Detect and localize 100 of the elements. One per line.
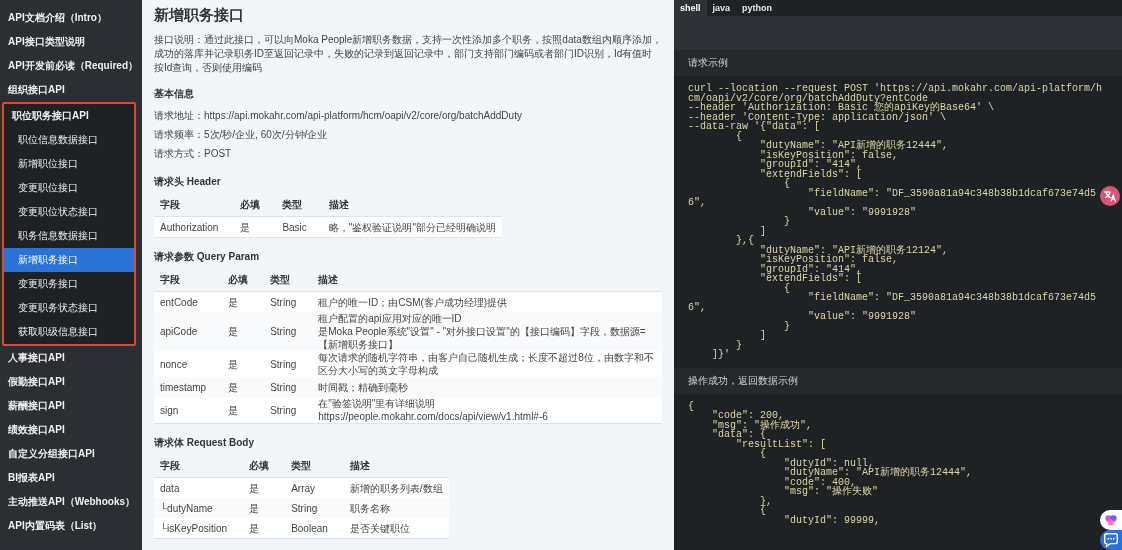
page-title: 新增职务接口: [154, 6, 245, 25]
nav-item[interactable]: 假勤接口API: [0, 370, 142, 394]
table-cell: 租户配置的api应用对应的唯一ID 是Moka People系统"设置" - "对外接口设置"的【接口编码】字段，数据源=【新增职务接口】: [312, 312, 662, 351]
nav-item[interactable]: 职位职务接口API: [4, 104, 134, 128]
nav-subitem[interactable]: 新增职位接口: [4, 152, 134, 176]
code-line: ]}': [711, 350, 732, 360]
code-line: "fieldName": "DF_3590a81a94c348b38b1dcaf673e74d56",: [688, 293, 1098, 312]
code-line: "extendFields": [: [759, 169, 864, 179]
info-line: 请求方式：POST: [154, 147, 233, 161]
chat-icon[interactable]: [1100, 530, 1122, 550]
column-header: 必填: [234, 194, 277, 217]
table-cell: Array: [285, 477, 344, 498]
column-header: 字段: [154, 194, 235, 217]
code-line: "code": 400,: [783, 477, 857, 487]
table-cell: 是否关键职位: [343, 518, 449, 539]
table-cell: 是: [222, 312, 265, 351]
section-heading: 请求参数 Query Param: [154, 250, 261, 264]
code-line: "dutyName": "API新增的职务12444",: [783, 468, 974, 478]
nav-item[interactable]: 薪酬接口API: [0, 394, 142, 418]
table-cell: String: [264, 377, 313, 397]
code-line: "resultList": [: [735, 439, 828, 449]
code-line: --header 'Content-Type: application/json' \: [688, 112, 948, 122]
code-line: ]: [759, 331, 768, 341]
table-cell: 是: [243, 477, 286, 498]
nav-item[interactable]: 绩效接口API: [0, 418, 142, 442]
table-cell: nonce: [154, 351, 223, 377]
nav-subitem[interactable]: 变更职务接口: [4, 272, 134, 296]
code-line: {: [759, 506, 767, 516]
code-line: {: [783, 283, 792, 293]
nav-subitem[interactable]: 新增职务接口: [4, 248, 134, 272]
nav-item[interactable]: BI报表API: [0, 466, 142, 490]
code-line: {: [759, 449, 768, 459]
column-header: 类型: [285, 455, 344, 478]
table-cell: └dutyName: [154, 498, 244, 518]
table-cell: Boolean: [285, 518, 344, 539]
example-heading: 操作成功，返回数据示例: [688, 374, 798, 386]
code-line: "groupId": "414",: [759, 264, 863, 274]
code-line: }: [783, 321, 792, 331]
column-header: 描述: [312, 269, 662, 292]
table-cell: 是: [222, 351, 265, 377]
nav-subitem[interactable]: 变更职务状态接口: [4, 296, 134, 320]
section-heading: 基本信息: [154, 87, 195, 101]
nav-subitem[interactable]: 变更职位状态接口: [4, 200, 134, 224]
code-line: "data": {: [711, 430, 767, 440]
table-cell: 是: [222, 377, 265, 397]
code-line: }: [735, 340, 744, 350]
code-line: "isKeyPosition": false,: [759, 150, 899, 160]
nav-item[interactable]: 自定义分组接口API: [0, 442, 142, 466]
code-line: ]: [759, 226, 768, 236]
nav-item[interactable]: 主动推送API（Webhooks）: [0, 490, 142, 514]
table-cell: String: [264, 397, 313, 424]
table-cell: 职务名称: [343, 498, 449, 518]
table-cell: 是: [222, 397, 265, 424]
table-cell: Basic: [276, 216, 323, 238]
code-line: curl --location --request POST 'https://api.mokahr.com/api-platform/hcm/oapi/v2/core/org/batchAddDuty?entCode: [688, 84, 1104, 103]
language-tab[interactable]: python: [736, 0, 779, 16]
assistant-icon[interactable]: [1100, 510, 1122, 530]
translate-icon[interactable]: [1100, 186, 1120, 206]
table-cell: 是: [222, 291, 265, 312]
table-cell: data: [154, 477, 244, 498]
section-heading: 请求体 Request Body: [154, 436, 255, 450]
info-line: 请求地址：https://api.mokahr.com/api-platform/hcm/oapi/v2/core/org/batchAddDuty: [154, 109, 523, 123]
table-cell: 时间戳；精确到毫秒: [312, 377, 662, 397]
nav-item[interactable]: API开发前必读（Required）: [0, 54, 142, 78]
code-line: --data-raw '{"data": [: [688, 122, 821, 132]
description-text: 接口说明：通过此接口，可以向Moka People新增职务数据，支持一次性添加多个职务，按照data数组内顺序添加，成功的落库并记录职务ID至返回记录中，失败的记录到返回记录中，部门支持部门编码或者部门ID识别，Id有值时按Id查询，否则使用编码: [154, 33, 662, 75]
nav-item[interactable]: 人事接口API: [0, 346, 142, 370]
nav-item[interactable]: 组织接口API: [0, 78, 142, 102]
table-cell: apiCode: [154, 312, 223, 351]
code-line: "extendFields": [: [759, 274, 864, 284]
table-cell: 每次请求的随机字符串，由客户自己随机生成；长度不超过8位，由数字和不区分大小写的英文字母构成: [312, 351, 662, 377]
table-cell: String: [264, 291, 313, 312]
nav-item[interactable]: API接口类型说明: [0, 30, 142, 54]
code-line: {: [688, 401, 695, 411]
table-cell: 是: [243, 498, 286, 518]
language-tab[interactable]: java: [706, 0, 737, 16]
code-line: "dutyId": 99999,: [783, 515, 882, 525]
code-line: --header 'Authorization: Basic 您的apiKey的Base64' \: [688, 103, 996, 113]
table-cell: 是: [243, 518, 286, 539]
table-cell: 在"验签说明"里有详细说明 https://people.mokahr.com/docs/api/view/v1.html#-6: [312, 397, 662, 424]
nav-subitem[interactable]: 变更职位接口: [4, 176, 134, 200]
table-cell: entCode: [154, 291, 223, 312]
nav-subitem[interactable]: 获取职级信息接口: [4, 320, 134, 344]
nav-item[interactable]: API内置码表（List）: [0, 514, 142, 538]
nav-subitem[interactable]: 职务信息数据接口: [4, 224, 134, 248]
example-heading: 请求示例: [688, 57, 728, 68]
code-line: },{: [735, 236, 756, 246]
language-tab[interactable]: shell: [674, 0, 707, 16]
code-line: "groupId": "414",: [759, 160, 863, 170]
column-header: 描述: [343, 455, 449, 478]
table-cell: String: [264, 312, 313, 351]
nav-item[interactable]: API文档介绍（Intro）: [0, 6, 142, 30]
column-header: 描述: [322, 194, 502, 217]
section-heading: 请求头 Header: [154, 175, 222, 189]
nav-subitem[interactable]: 职位信息数据接口: [4, 128, 134, 152]
table-cell: timestamp: [154, 377, 223, 397]
table-cell: sign: [154, 397, 223, 424]
code-line: "dutyId": null,: [783, 458, 875, 468]
info-line: 请求频率：5次/秒/企业, 60次/分钟/企业: [154, 128, 329, 142]
code-line: "value": "9991928": [807, 312, 918, 322]
